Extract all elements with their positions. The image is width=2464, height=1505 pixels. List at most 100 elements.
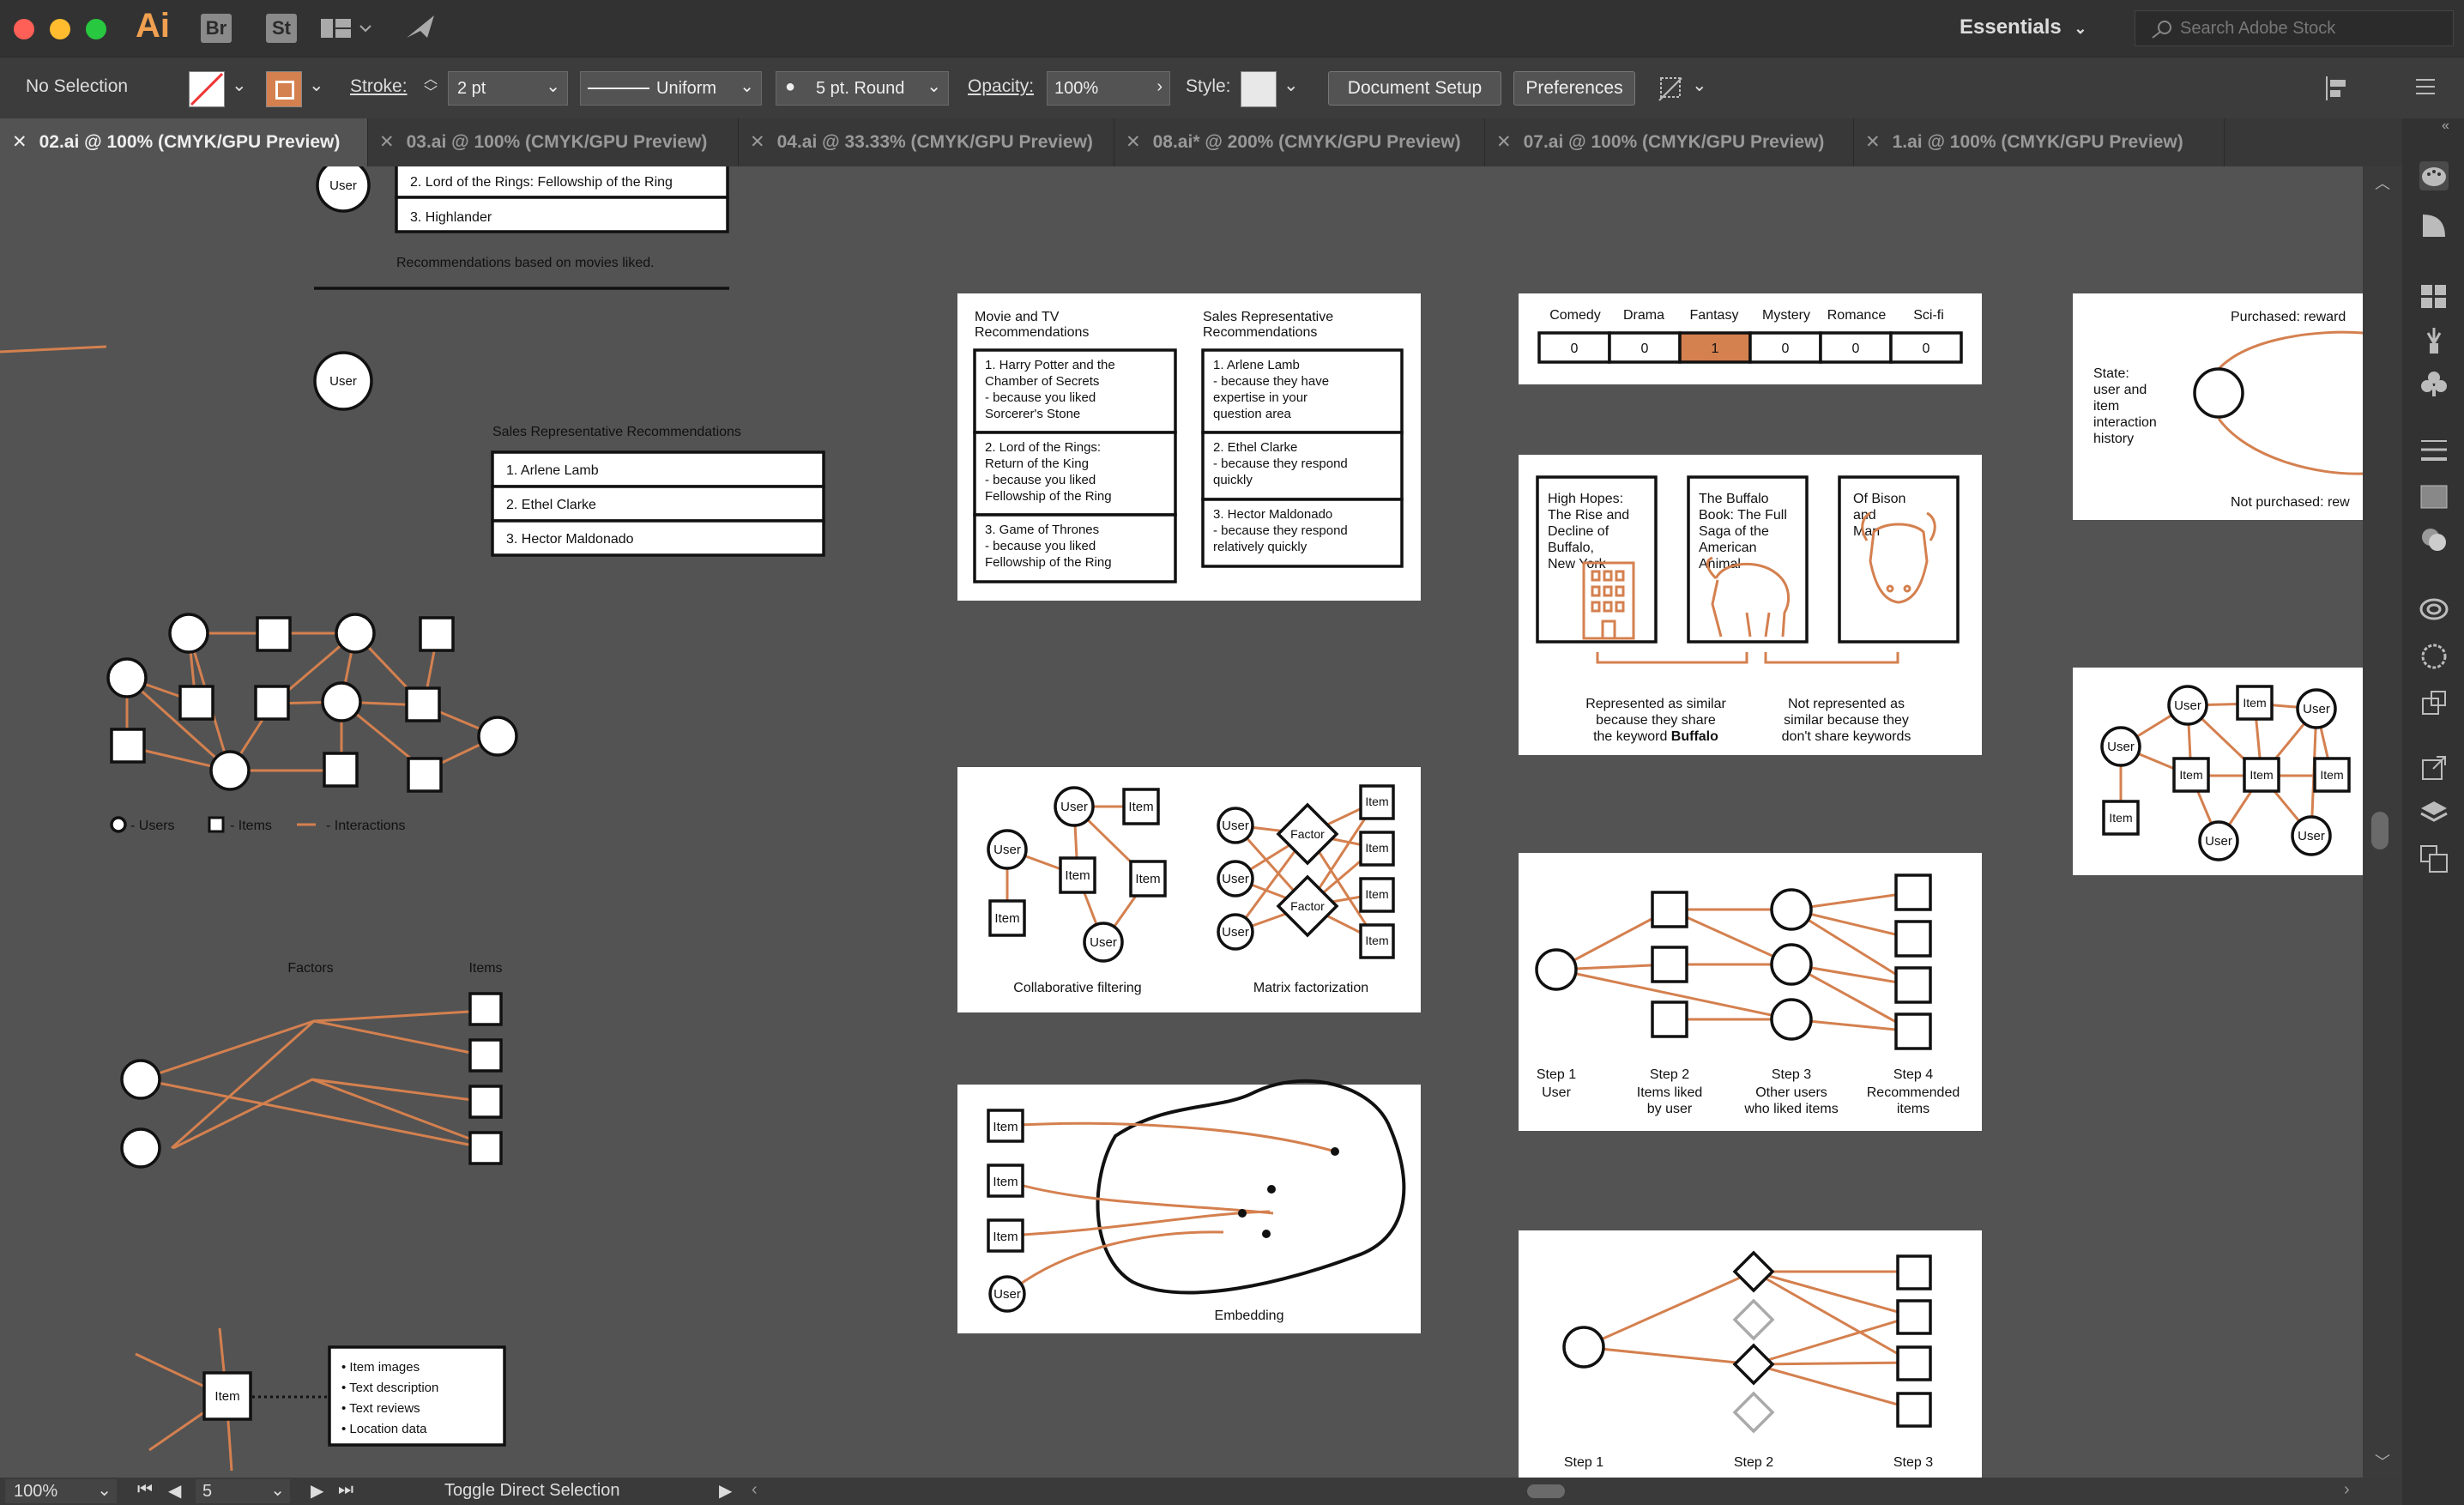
close-tab-icon[interactable]: ✕	[12, 132, 27, 152]
artboard-embedding[interactable]: Item Item Item User Embedding	[957, 1079, 1421, 1333]
vertical-scrollbar[interactable]: ︿ ﹀	[2363, 166, 2402, 1478]
status-menu-icon[interactable]: ▶	[719, 1480, 732, 1502]
artboard-number-field[interactable]: 5 ⌄	[196, 1479, 290, 1503]
libraries-icon[interactable]	[2419, 594, 2449, 623]
svg-text:User: User	[2298, 829, 2325, 843]
svg-text:Factor: Factor	[1290, 899, 1325, 913]
stroke-dropdown-icon[interactable]: ⌄	[309, 75, 324, 96]
artboard-bipartite[interactable]: User User User User User Item Item Item …	[2073, 668, 2363, 875]
artboard-recommendations[interactable]: Movie and TV Recommendations Sales Repre…	[957, 293, 1421, 601]
preferences-button[interactable]: Preferences	[1513, 71, 1635, 106]
stroke-stepper-icon[interactable]: ︿ ﹀	[424, 73, 438, 100]
color-palette-icon[interactable]	[2419, 161, 2449, 190]
search-stock-field[interactable]: Search Adobe Stock	[2135, 10, 2454, 46]
graphic-style-swatch[interactable]	[1241, 71, 1277, 107]
symbols-icon[interactable]	[2419, 369, 2449, 398]
color-guide-icon[interactable]	[2419, 211, 2449, 240]
export-icon[interactable]	[2419, 753, 2449, 783]
tab-04-ai[interactable]: ✕ 04.ai @ 33.33% (CMYK/GPU Preview)	[738, 118, 1114, 166]
scroll-down-icon[interactable]: ﹀	[2375, 1450, 2390, 1472]
scroll-right-icon[interactable]: ›	[2344, 1480, 2350, 1500]
brushes-icon[interactable]	[2419, 326, 2449, 355]
svg-text:Item: Item	[2320, 768, 2343, 782]
svg-text:0: 0	[1571, 341, 1579, 356]
scroll-up-icon[interactable]: ︿	[2375, 172, 2390, 194]
canvas-area[interactable]: .l{stroke:#d4804f;stroke-width:3;fill:no…	[0, 166, 2363, 1478]
stroke-weight-value: 2 pt	[457, 79, 486, 98]
tab-07-ai[interactable]: ✕ 07.ai @ 100% (CMYK/GPU Preview)	[1484, 118, 1854, 166]
svg-text:interaction: interaction	[2093, 415, 2157, 430]
artboard-three-steps[interactable]: Step 1 Step 2 Step 3	[1519, 1230, 1982, 1478]
collapse-panels-icon[interactable]: «	[2442, 118, 2449, 134]
artboard-reward-loop[interactable]: Purchased: reward Not purchased: rew Sta…	[2073, 293, 2363, 520]
svg-text:Saga of the: Saga of the	[1699, 524, 1769, 539]
tab-label: 03.ai @ 100% (CMYK/GPU Preview)	[406, 132, 708, 152]
zoom-window-button[interactable]	[86, 19, 106, 39]
layers-icon[interactable]	[2419, 798, 2449, 827]
variable-width-profile[interactable]: Uniform ⌄	[580, 71, 762, 106]
last-artboard-icon[interactable]: ⏭	[338, 1480, 353, 1500]
zoom-field[interactable]: 100% ⌄	[5, 1479, 117, 1503]
stroke-label[interactable]: Stroke:	[350, 76, 408, 97]
artboard-books[interactable]: High Hopes: The Rise and Decline of Buff…	[1519, 455, 1982, 755]
close-tab-icon[interactable]: ✕	[1865, 132, 1881, 152]
svg-text:Sales Representative: Sales Representative	[1203, 310, 1333, 324]
gradient-icon[interactable]	[2419, 482, 2449, 511]
stroke-weight-field[interactable]: 2 pt ⌄	[448, 71, 568, 106]
close-tab-icon[interactable]: ✕	[750, 132, 765, 152]
scroll-left-icon[interactable]: ‹	[752, 1480, 758, 1500]
tab-03-ai[interactable]: ✕ 03.ai @ 100% (CMYK/GPU Preview)	[367, 118, 739, 166]
stock-icon[interactable]: St	[266, 14, 297, 43]
svg-text:User: User	[329, 374, 357, 389]
transparency-icon[interactable]	[2419, 525, 2449, 554]
svg-text:User: User	[329, 178, 357, 193]
close-window-button[interactable]	[14, 19, 34, 39]
factors-diagram: Factors Items	[120, 961, 503, 1169]
next-artboard-icon[interactable]: ▶	[311, 1480, 323, 1502]
minimize-window-button[interactable]	[50, 19, 70, 39]
artboard-genres[interactable]: Comedy Drama Fantasy Mystery Romance Sci…	[1519, 293, 1982, 384]
fill-swatch[interactable]	[189, 71, 225, 107]
svg-text:High Hopes:: High Hopes:	[1548, 492, 1623, 506]
svg-text:User: User	[1222, 819, 1249, 833]
scroll-thumb[interactable]	[2371, 812, 2389, 849]
panel-menu-icon[interactable]	[2414, 76, 2437, 97]
tab-08-ai[interactable]: ✕ 08.ai* @ 200% (CMYK/GPU Preview)	[1114, 118, 1485, 166]
tab-02-ai[interactable]: ✕ 02.ai @ 100% (CMYK/GPU Preview)	[0, 118, 368, 166]
close-tab-icon[interactable]: ✕	[379, 132, 395, 152]
svg-text:Item: Item	[2179, 768, 2202, 782]
svg-text:Fellowship of the Ring: Fellowship of the Ring	[985, 489, 1112, 504]
brush-definition[interactable]: ● 5 pt. Round ⌄	[776, 71, 949, 106]
horizontal-scroll-thumb[interactable]	[1527, 1484, 1565, 1498]
tab-1-ai[interactable]: ✕ 1.ai @ 100% (CMYK/GPU Preview)	[1853, 118, 2225, 166]
arrange-documents-icon[interactable]	[321, 17, 372, 41]
workspace-switcher[interactable]: Essentials ⌄	[1960, 15, 2087, 39]
artboards-icon[interactable]	[2419, 844, 2449, 873]
appearance-icon[interactable]	[2419, 642, 2449, 671]
document-setup-button[interactable]: Document Setup	[1328, 71, 1501, 106]
style-dropdown-icon[interactable]: ⌄	[1283, 75, 1299, 96]
transform-again-icon[interactable]	[1656, 73, 1687, 104]
previous-artboard-icon[interactable]: ◀	[168, 1480, 181, 1502]
svg-text:Embedding: Embedding	[1215, 1309, 1284, 1323]
artboard-cf-mf[interactable]: User User User Item Item Item Item Colla…	[957, 767, 1421, 1012]
opacity-field[interactable]: 100% ›	[1047, 71, 1170, 106]
bridge-icon[interactable]: Br	[201, 14, 232, 43]
opacity-label[interactable]: Opacity:	[968, 76, 1034, 97]
transform-dropdown-icon[interactable]: ⌄	[1692, 75, 1707, 96]
align-icon[interactable]	[2323, 75, 2354, 102]
first-artboard-icon[interactable]: ⏮	[137, 1480, 153, 1500]
chevron-right-icon: ›	[1157, 77, 1163, 96]
stroke-panel-icon[interactable]	[2419, 436, 2449, 465]
fill-dropdown-icon[interactable]: ⌄	[232, 75, 247, 96]
close-tab-icon[interactable]: ✕	[1126, 132, 1141, 152]
swatches-icon[interactable]	[2419, 281, 2449, 311]
close-tab-icon[interactable]: ✕	[1496, 132, 1512, 152]
svg-text:User: User	[1090, 935, 1117, 950]
svg-text:Buffalo,: Buffalo,	[1548, 541, 1594, 555]
stroke-swatch[interactable]	[266, 71, 302, 107]
svg-text:Not represented as: Not represented as	[1788, 697, 1905, 711]
asset-export-icon[interactable]	[2419, 688, 2449, 717]
artboard-four-steps[interactable]: Step 1 User Step 2 Items liked by user S…	[1519, 853, 1982, 1131]
gpu-performance-icon[interactable]	[403, 12, 438, 43]
